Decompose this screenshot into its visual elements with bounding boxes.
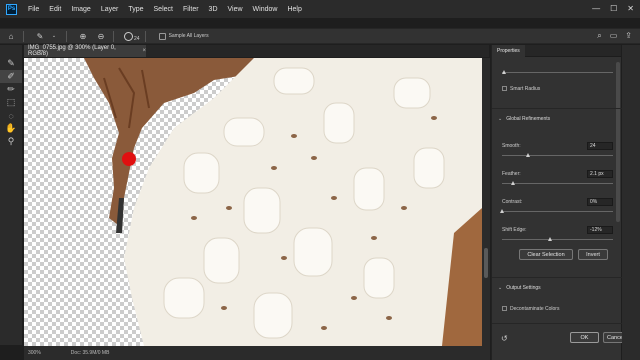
sample-all-layers-label: Sample All Layers: [168, 33, 209, 39]
zoom-tool-icon[interactable]: ⚲: [0, 135, 22, 148]
subtract-icon[interactable]: ⊖: [94, 30, 108, 42]
menu-bar: Ps File Edit Image Layer Type Select Fil…: [0, 0, 640, 18]
smooth-value[interactable]: 24: [587, 142, 613, 150]
document-tab[interactable]: IMG_0755.jpg @ 300% (Layer 0, RGB/8) ×: [24, 45, 146, 57]
shift-edge-slider-knob[interactable]: [548, 237, 553, 241]
menu-help[interactable]: Help: [282, 6, 306, 13]
status-bar: 300% Doc: 35.9M/0 MB: [24, 346, 490, 360]
chevron-down-icon: ⌄: [498, 285, 503, 291]
collapsed-panels-strip: [622, 45, 640, 360]
brush-size-value[interactable]: 24: [134, 36, 140, 42]
brush-cursor-marker: [122, 152, 136, 166]
output-settings-label: Output Settings: [506, 285, 541, 291]
divider: [66, 30, 67, 42]
photo-artwork: [84, 58, 482, 346]
ps-logo-icon: Ps: [6, 3, 17, 15]
search-icon[interactable]: ⌕: [597, 31, 601, 41]
feather-value[interactable]: 2.1 px: [587, 170, 613, 178]
global-refinements-label: Global Refinements: [506, 116, 551, 122]
shift-edge-label: Shift Edge:: [502, 227, 527, 233]
brush-tool-icon[interactable]: ✎: [33, 30, 47, 42]
zoom-level[interactable]: 300%: [28, 350, 41, 356]
menu-select[interactable]: Select: [149, 6, 178, 13]
panel-tab-bar: Properties: [492, 45, 621, 57]
radius-slider[interactable]: [502, 70, 613, 74]
sample-all-layers-checkbox[interactable]: [158, 32, 166, 40]
reset-icon[interactable]: ↺: [501, 334, 508, 343]
panel-scrollbar[interactable]: [616, 62, 620, 222]
menu-edit[interactable]: Edit: [44, 6, 66, 13]
chevron-down-icon: ⌄: [498, 116, 503, 122]
decontaminate-label: Decontaminate Colors: [510, 306, 560, 312]
smooth-slider-knob[interactable]: [526, 153, 531, 157]
options-right-group: ⌕ ▭ ⇪: [597, 31, 632, 41]
document-title: IMG_0755.jpg @ 300% (Layer 0, RGB/8): [28, 45, 116, 57]
contrast-label: Contrast:: [502, 199, 523, 205]
output-settings-header[interactable]: ⌄ Output Settings: [498, 285, 541, 291]
object-selection-icon[interactable]: ⬚: [0, 96, 22, 109]
menu-3d[interactable]: 3D: [204, 6, 223, 13]
global-refinements-header[interactable]: ⌄ Global Refinements: [498, 116, 550, 122]
brush-size-icon[interactable]: [124, 31, 133, 41]
close-tab-icon[interactable]: ×: [142, 48, 146, 54]
window-controls: — ☐ ✕: [592, 4, 634, 13]
contrast-slider-knob[interactable]: [499, 209, 504, 213]
doc-info: Doc: 35.9M/0 MB: [70, 350, 110, 356]
menu-window[interactable]: Window: [248, 6, 283, 13]
ok-button[interactable]: OK: [570, 332, 599, 343]
panel-icon[interactable]: ▭: [610, 31, 618, 41]
smart-radius-label: Smart Radius: [510, 86, 541, 92]
properties-panel: Properties Smart Radius ⌄ Global Refinem…: [491, 45, 622, 360]
menu-filter[interactable]: Filter: [178, 6, 204, 13]
radius-slider-knob[interactable]: [502, 70, 506, 74]
add-icon[interactable]: ⊕: [76, 30, 90, 42]
feather-slider[interactable]: [502, 181, 613, 185]
contrast-slider[interactable]: [499, 209, 613, 213]
close-icon[interactable]: ✕: [627, 4, 634, 13]
divider: [492, 108, 622, 109]
menu-type[interactable]: Type: [123, 6, 148, 13]
home-icon[interactable]: ⌂: [4, 30, 18, 42]
maximize-icon[interactable]: ☐: [610, 4, 617, 13]
invert-button[interactable]: Invert: [578, 249, 608, 260]
menu-image[interactable]: Image: [66, 6, 95, 13]
feather-label: Feather:: [502, 171, 521, 177]
menu-file[interactable]: File: [23, 6, 44, 13]
divider: [144, 30, 146, 42]
cancel-button[interactable]: Cancel: [603, 332, 622, 343]
shift-edge-slider[interactable]: [502, 237, 613, 241]
tools-panel: ✎ ✐ ✏ ⬚ ◌ ✋ ⚲: [0, 45, 22, 345]
image-canvas[interactable]: [24, 58, 482, 346]
brush-preset-chevron-icon[interactable]: ⌄: [47, 30, 61, 42]
smooth-slider[interactable]: [502, 153, 613, 157]
brush-tool-icon[interactable]: ✏: [0, 83, 22, 96]
share-icon[interactable]: ⇪: [625, 31, 632, 41]
shift-edge-value[interactable]: -12%: [587, 226, 613, 234]
decontaminate-checkbox[interactable]: [502, 306, 507, 311]
quick-selection-tool-icon[interactable]: ✎: [0, 57, 22, 70]
divider: [492, 277, 622, 278]
smart-radius-checkbox[interactable]: [502, 86, 507, 91]
divider: [113, 30, 114, 42]
options-bar: ⌂ ✎ ⌄ ⊕ ⊖ 24 Sample All Layers ⌕ ▭ ⇪: [0, 28, 640, 44]
document-tab-bar: IMG_0755.jpg @ 300% (Layer 0, RGB/8) ×: [24, 45, 489, 57]
feather-slider-knob[interactable]: [510, 181, 515, 185]
menu-view[interactable]: View: [223, 6, 248, 13]
hand-tool-icon[interactable]: ✋: [0, 122, 22, 135]
scrollbar-thumb[interactable]: [484, 248, 488, 278]
contrast-value[interactable]: 0%: [587, 198, 613, 206]
refine-edge-brush-icon[interactable]: ✐: [0, 70, 22, 83]
clear-selection-button[interactable]: Clear Selection: [519, 249, 573, 260]
tab-properties[interactable]: Properties: [492, 45, 525, 57]
divider: [492, 323, 622, 324]
toolbar-header: [0, 45, 22, 57]
smooth-label: Smooth:: [502, 143, 521, 149]
minimize-icon[interactable]: —: [592, 4, 600, 13]
divider: [23, 30, 24, 42]
menu-layer[interactable]: Layer: [96, 6, 124, 13]
canvas-scrollbar[interactable]: [482, 58, 490, 346]
lasso-tool-icon[interactable]: ◌: [0, 109, 22, 122]
